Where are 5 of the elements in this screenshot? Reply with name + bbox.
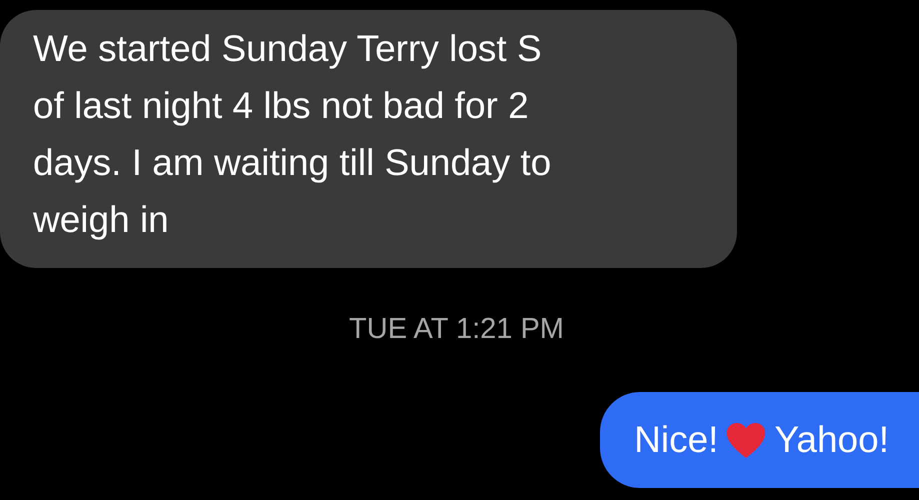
message-text: Yahoo! (774, 418, 889, 462)
heart-icon (726, 422, 766, 458)
message-text: Nice! (634, 418, 718, 462)
message-bubble: We started Sunday Terry lost S of last night 4 lbs not bad for 2 days. I am waiting till Sunday to weigh in (0, 10, 737, 268)
timestamp: TUE AT 1:21 PM (349, 312, 564, 346)
